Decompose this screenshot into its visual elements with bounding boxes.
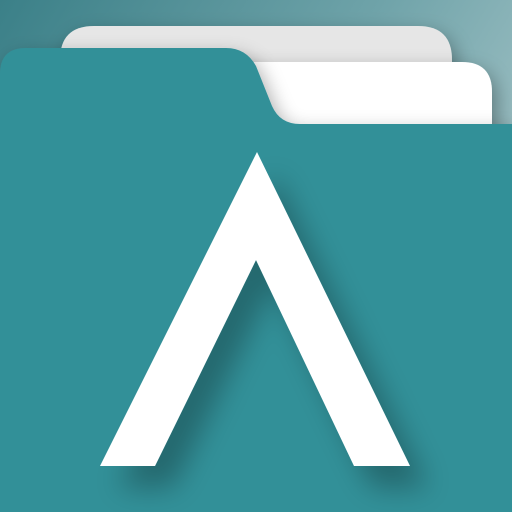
folder-with-caret-logo-icon: [0, 0, 512, 512]
app-icon: [0, 0, 512, 512]
